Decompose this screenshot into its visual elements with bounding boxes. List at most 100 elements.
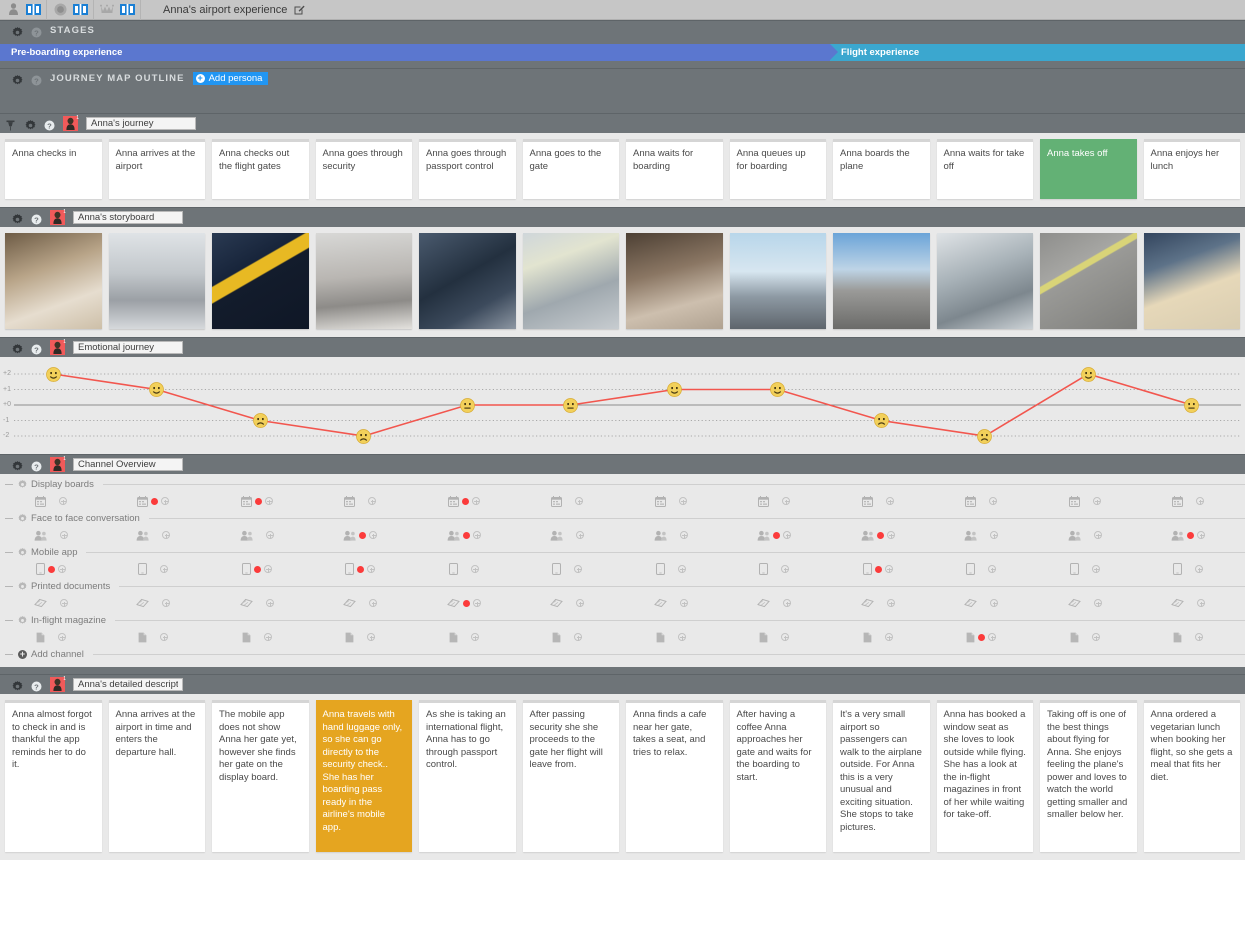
channel-collapse-dash[interactable] (5, 518, 13, 519)
touchpoint-dot[interactable] (48, 566, 55, 573)
add-touchpoint-icon[interactable] (264, 565, 272, 573)
channel-cell[interactable] (412, 491, 516, 511)
channel-cell[interactable] (0, 559, 102, 579)
add-touchpoint-icon[interactable] (367, 633, 375, 641)
emotion-marker-happy[interactable] (667, 382, 682, 397)
add-touchpoint-icon[interactable] (162, 599, 170, 607)
storyboard-frame[interactable] (626, 233, 723, 329)
add-touchpoint-icon[interactable] (887, 599, 895, 607)
help-icon[interactable]: ? (31, 212, 42, 223)
gear-icon[interactable] (12, 73, 23, 84)
crown-icon[interactable] (97, 1, 117, 19)
channel-cell[interactable] (1137, 559, 1241, 579)
channel-cell[interactable] (1033, 491, 1137, 511)
journey-step-card[interactable]: Anna checks out the flight gates (212, 139, 309, 199)
gear-icon[interactable] (18, 480, 27, 489)
channel-cell[interactable] (0, 491, 102, 511)
help-icon[interactable]: ? (44, 118, 55, 129)
channel-cell[interactable] (205, 593, 309, 613)
persona-avatar-icon[interactable]: 1 (50, 677, 65, 692)
touchpoint-dot[interactable] (875, 566, 882, 573)
channel-cell[interactable] (516, 593, 620, 613)
add-touchpoint-icon[interactable] (887, 531, 895, 539)
journey-step-card[interactable]: Anna waits for boarding (626, 139, 723, 199)
persona-avatar-icon[interactable]: 1 (50, 210, 65, 225)
help-icon[interactable]: ? (31, 459, 42, 470)
channel-cell[interactable] (723, 491, 827, 511)
add-touchpoint-icon[interactable] (162, 531, 170, 539)
channel-cell[interactable] (309, 593, 413, 613)
add-touchpoint-icon[interactable] (471, 565, 479, 573)
add-touchpoint-icon[interactable] (369, 599, 377, 607)
add-touchpoint-icon[interactable] (885, 633, 893, 641)
storyboard-frame[interactable] (419, 233, 516, 329)
gear-icon[interactable] (12, 342, 23, 353)
channel-cell[interactable] (309, 525, 413, 545)
add-touchpoint-icon[interactable] (782, 497, 790, 505)
channel-cell[interactable] (102, 525, 206, 545)
touchpoint-dot[interactable] (978, 634, 985, 641)
add-touchpoint-icon[interactable] (367, 565, 375, 573)
add-touchpoint-icon[interactable] (1092, 633, 1100, 641)
description-card[interactable]: Anna has booked a window seat as she lov… (937, 700, 1034, 852)
gear-icon[interactable] (18, 548, 27, 557)
gear-icon[interactable] (18, 582, 27, 591)
journey-step-card[interactable]: Anna queues up for boarding (730, 139, 827, 199)
emotion-marker-sad[interactable] (874, 413, 889, 428)
add-touchpoint-icon[interactable] (574, 565, 582, 573)
add-touchpoint-icon[interactable] (266, 599, 274, 607)
channel-cell[interactable] (1137, 593, 1241, 613)
channel-cell[interactable] (205, 559, 309, 579)
channel-header-2[interactable]: Mobile app (0, 545, 1245, 559)
description-card[interactable]: Anna finds a cafe near her gate, takes a… (626, 700, 723, 852)
description-card[interactable]: Anna travels with hand luggage only, so … (316, 700, 413, 852)
add-touchpoint-icon[interactable] (1094, 599, 1102, 607)
add-touchpoint-icon[interactable] (369, 531, 377, 539)
add-touchpoint-icon[interactable] (160, 633, 168, 641)
add-persona-button[interactable]: + Add persona (193, 72, 269, 85)
gear-icon[interactable] (12, 459, 23, 470)
card-one-icon[interactable] (70, 1, 90, 19)
touchpoint-dot[interactable] (877, 532, 884, 539)
journey-step-card[interactable]: Anna takes off (1040, 139, 1137, 199)
channel-cell[interactable] (516, 559, 620, 579)
add-touchpoint-icon[interactable] (783, 599, 791, 607)
add-touchpoint-icon[interactable] (680, 531, 688, 539)
channel-cell[interactable] (930, 559, 1034, 579)
add-touchpoint-icon[interactable] (886, 497, 894, 505)
add-touchpoint-icon[interactable] (265, 497, 273, 505)
emotion-marker-sad[interactable] (977, 429, 992, 444)
help-icon[interactable]: ? (31, 73, 42, 84)
channel-cell[interactable] (1137, 525, 1241, 545)
add-touchpoint-icon[interactable] (990, 599, 998, 607)
description-card[interactable]: It's a very small airport so passengers … (833, 700, 930, 852)
channel-collapse-dash[interactable] (5, 620, 13, 621)
channel-cell[interactable] (1137, 491, 1241, 511)
journey-step-card[interactable]: Anna waits for take off (937, 139, 1034, 199)
channel-cell[interactable] (205, 525, 309, 545)
journey-step-card[interactable]: Anna checks in (5, 139, 102, 199)
description-card[interactable]: Anna arrives at the airport in time and … (109, 700, 206, 852)
touchpoint-dot[interactable] (255, 498, 262, 505)
emotion-marker-sad[interactable] (253, 413, 268, 428)
channel-cell[interactable] (309, 559, 413, 579)
channel-collapse-dash[interactable] (5, 552, 13, 553)
add-touchpoint-icon[interactable] (161, 497, 169, 505)
stage-2[interactable]: Flight experience (830, 44, 1245, 61)
storyboard-row-name-input[interactable] (73, 211, 183, 224)
gear-icon[interactable] (12, 212, 23, 223)
channel-collapse-dash[interactable] (5, 484, 13, 485)
channel-cell[interactable] (1033, 559, 1137, 579)
add-touchpoint-icon[interactable] (989, 497, 997, 505)
channel-cell[interactable] (826, 627, 930, 647)
journey-step-card[interactable]: Anna boards the plane (833, 139, 930, 199)
channel-cell[interactable] (309, 627, 413, 647)
journey-step-card[interactable]: Anna arrives at the airport (109, 139, 206, 199)
add-touchpoint-icon[interactable] (160, 565, 168, 573)
touchpoint-dot[interactable] (359, 532, 366, 539)
storyboard-frame[interactable] (523, 233, 620, 329)
channel-collapse-dash[interactable] (5, 586, 13, 587)
channel-cell[interactable] (619, 559, 723, 579)
channel-cell[interactable] (723, 627, 827, 647)
add-touchpoint-icon[interactable] (885, 565, 893, 573)
